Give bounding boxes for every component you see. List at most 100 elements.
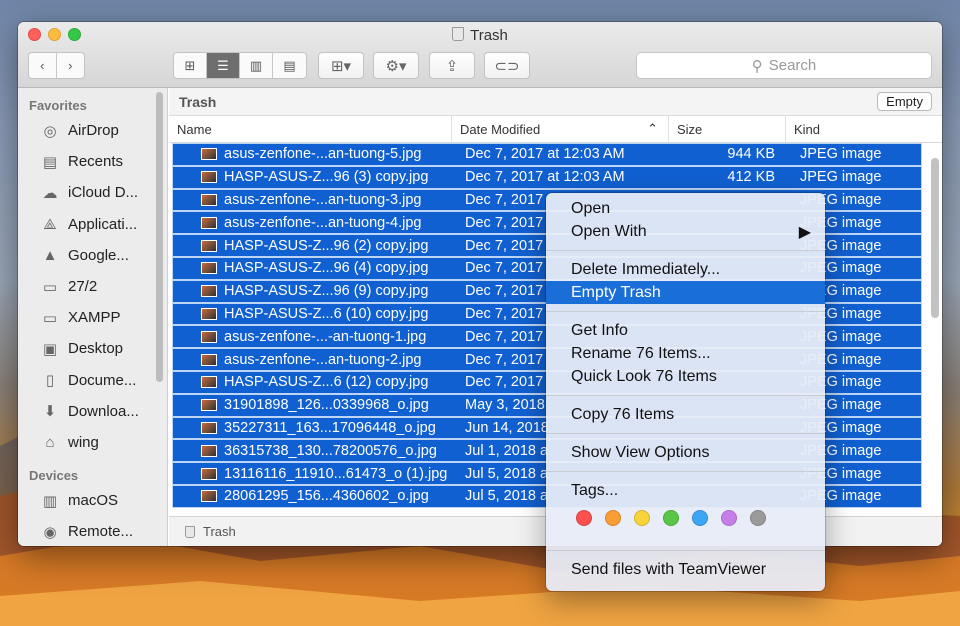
menu-item-empty-trash[interactable]: Empty Trash — [546, 281, 825, 304]
action-button[interactable]: ⚙▾ — [373, 52, 419, 79]
file-name: asus-zenfone-...an-tuong-5.jpg — [224, 146, 422, 163]
sidebar-item-xampp[interactable]: ▭ XAMPP — [18, 302, 167, 333]
file-list-scrollbar[interactable] — [931, 158, 939, 318]
cover-flow-icon: ▤ — [283, 57, 296, 73]
search-icon: ⚲ — [751, 57, 763, 75]
sidebar-item-documents[interactable]: ▯ Docume... — [18, 365, 167, 396]
table-row[interactable]: HASP-ASUS-Z...96 (3) copy.jpg Dec 7, 2017… — [172, 165, 922, 189]
menu-item-copy[interactable]: Copy 76 Items — [546, 403, 825, 426]
window-title: Trash — [18, 27, 942, 44]
menu-separator — [546, 311, 825, 312]
favorites-header: Favorites — [29, 98, 87, 113]
tag-color-dot[interactable] — [634, 510, 650, 526]
tag-color-dot[interactable] — [692, 510, 708, 526]
image-thumbnail-icon — [201, 421, 217, 434]
sort-ascending-icon: ⌃ — [647, 121, 658, 136]
file-name: HASP-ASUS-Z...96 (3) copy.jpg — [224, 169, 429, 186]
menu-separator — [546, 550, 825, 551]
menu-item-quick-look[interactable]: Quick Look 76 Items — [546, 365, 825, 388]
sidebar-item-airdrop[interactable]: ◎ AirDrop — [18, 115, 167, 146]
file-name: HASP-ASUS-Z...6 (12) copy.jpg — [224, 374, 429, 391]
file-name: asus-zenfone-...an-tuong-4.jpg — [224, 214, 422, 231]
sidebar-item-macos[interactable]: ▥ macOS — [18, 485, 167, 516]
folder-icon: ▭ — [42, 278, 58, 296]
column-header-date[interactable]: Date Modified ⌃ — [452, 116, 669, 142]
sidebar-item-recents[interactable]: ▤ Recents — [18, 146, 167, 177]
remote-disc-icon: ◉ — [43, 523, 57, 541]
table-row[interactable]: asus-zenfone-...an-tuong-5.jpg Dec 7, 201… — [172, 143, 922, 166]
column-header-size[interactable]: Size — [669, 116, 786, 142]
search-field[interactable]: ⚲ Search — [636, 52, 932, 79]
file-name: asus-zenfone-...an-tuong-3.jpg — [224, 191, 422, 208]
file-name: 35227311_163...17096448_o.jpg — [224, 419, 436, 436]
image-thumbnail-icon — [201, 148, 217, 161]
forward-button[interactable]: › — [57, 53, 84, 78]
sidebar-item-desktop[interactable]: ▣ Desktop — [18, 333, 167, 364]
tag-icon: ⊂⊃ — [494, 57, 520, 75]
image-thumbnail-icon — [201, 216, 217, 229]
downloads-icon: ⬇ — [43, 403, 57, 421]
tag-color-dot[interactable] — [663, 510, 679, 526]
menu-item-open[interactable]: Open — [546, 197, 825, 220]
tag-color-dot[interactable] — [576, 510, 592, 526]
group-by-button[interactable]: ⊞▾ — [318, 52, 364, 79]
list-view-button[interactable]: ☰ — [207, 53, 240, 78]
view-mode-buttons: ⊞ ☰ ▥ ▤ — [173, 52, 307, 79]
back-button[interactable]: ‹ — [29, 53, 57, 78]
tag-color-picker — [546, 502, 825, 534]
file-date: Dec 7, 2017 at 12:03 AM — [465, 169, 625, 186]
share-button[interactable]: ⇪ — [429, 52, 475, 79]
columns-icon: ▥ — [249, 57, 263, 73]
recents-icon: ▤ — [42, 153, 58, 171]
menu-item-tags[interactable]: Tags... — [546, 479, 825, 502]
forward-chevron-icon: › — [68, 58, 73, 73]
submenu-arrow-icon: ▶ — [798, 223, 811, 241]
column-header-name[interactable]: Name — [169, 116, 452, 142]
menu-separator — [546, 471, 825, 472]
disk-icon: ▥ — [42, 492, 58, 510]
tag-color-dot[interactable] — [750, 510, 766, 526]
sidebar-item-27-2[interactable]: ▭ 27/2 — [18, 271, 167, 302]
sidebar-item-applications[interactable]: ⟁ Applicati... — [18, 209, 167, 240]
icon-view-button[interactable]: ⊞ — [174, 53, 207, 78]
file-name: 13116116_11910...61473_o (1).jpg — [224, 465, 448, 482]
empty-trash-button[interactable]: Empty — [877, 92, 932, 111]
gallery-view-button[interactable]: ▤ — [273, 53, 306, 78]
sidebar-scrollbar[interactable] — [156, 92, 163, 382]
file-kind: JPEG image — [800, 146, 882, 163]
sidebar-item-remote-disc[interactable]: ◉ Remote... — [18, 516, 167, 546]
tag-color-dot[interactable] — [605, 510, 621, 526]
navigation-buttons: ‹ › — [28, 52, 85, 79]
file-date: Dec 7, 2017 at 12:03 AM — [465, 146, 625, 163]
sidebar-item-google-drive[interactable]: ▲ Google... — [18, 240, 167, 271]
sidebar-item-wing[interactable]: ⌂ wing — [18, 427, 167, 458]
desktop-icon: ▣ — [42, 340, 58, 358]
column-view-button[interactable]: ▥ — [240, 53, 273, 78]
trash-icon — [185, 525, 195, 538]
applications-icon: ⟁ — [43, 215, 57, 233]
column-header-kind[interactable]: Kind — [786, 116, 926, 142]
sidebar-item-icloud[interactable]: ☁ iCloud D... — [18, 177, 167, 208]
menu-item-delete-immediately[interactable]: Delete Immediately... — [546, 258, 825, 281]
image-thumbnail-icon — [201, 330, 217, 343]
menu-item-open-with[interactable]: Open With ▶ — [546, 220, 825, 243]
column-headers: Name Date Modified ⌃ Size Kind — [169, 116, 942, 143]
menu-item-rename[interactable]: Rename 76 Items... — [546, 342, 825, 365]
file-size: 412 KB — [727, 169, 775, 186]
sidebar: Favorites ◎ AirDrop ▤ Recents ☁ iCloud D...… — [18, 88, 168, 546]
cloud-icon: ☁ — [42, 184, 58, 202]
image-thumbnail-icon — [201, 239, 217, 252]
trash-icon — [452, 27, 465, 41]
tag-color-dot[interactable] — [721, 510, 737, 526]
file-name: asus-zenfone-...an-tuong-2.jpg — [224, 351, 422, 368]
documents-icon: ▯ — [45, 372, 55, 390]
edit-tags-button[interactable]: ⊂⊃ — [484, 52, 530, 79]
menu-item-show-view-options[interactable]: Show View Options — [546, 441, 825, 464]
file-name: 28061295_156...4360602_o.jpg — [224, 488, 429, 505]
menu-item-get-info[interactable]: Get Info — [546, 319, 825, 342]
menu-item-send-teamviewer[interactable]: Send files with TeamViewer — [546, 558, 825, 581]
image-thumbnail-icon — [201, 193, 217, 206]
image-thumbnail-icon — [201, 262, 217, 275]
image-thumbnail-icon — [201, 444, 217, 457]
sidebar-item-downloads[interactable]: ⬇ Downloa... — [18, 396, 167, 427]
